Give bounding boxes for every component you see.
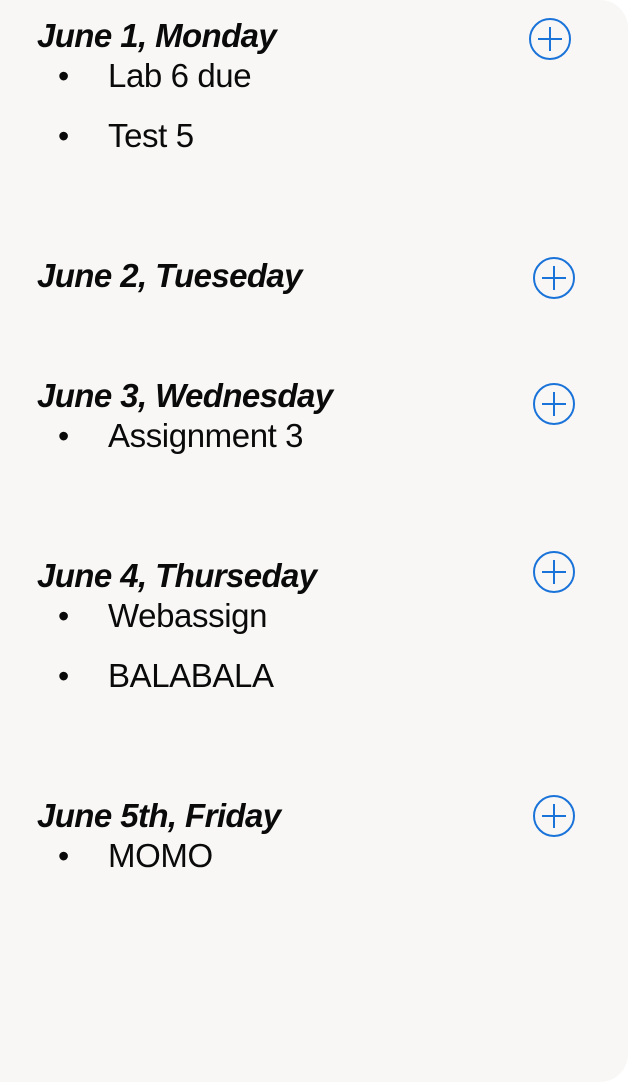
day-title: June 3, Wednesday bbox=[37, 377, 333, 414]
task-label: BALABALA bbox=[108, 657, 274, 694]
list-item: • Test 5 bbox=[0, 116, 560, 176]
list-item: • BALABALA bbox=[0, 656, 560, 716]
task-list: • Lab 6 due • Test 5 bbox=[0, 56, 560, 176]
task-label: Test 5 bbox=[108, 117, 194, 154]
list-item: • MOMO bbox=[0, 836, 560, 896]
add-task-button[interactable] bbox=[533, 551, 575, 593]
task-label: Webassign bbox=[108, 597, 268, 634]
list-item: • Assignment 3 bbox=[0, 416, 560, 476]
bullet-icon: • bbox=[58, 598, 70, 634]
bullet-icon: • bbox=[58, 838, 70, 874]
bullet-icon: • bbox=[58, 58, 70, 94]
add-task-button[interactable] bbox=[533, 257, 575, 299]
add-task-button[interactable] bbox=[529, 18, 571, 60]
day-title: June 2, Tueseday bbox=[37, 257, 303, 294]
task-label: MOMO bbox=[108, 837, 213, 874]
task-list: • MOMO bbox=[0, 836, 560, 896]
day-title: June 1, Monday bbox=[37, 17, 277, 54]
bullet-icon: • bbox=[58, 418, 70, 454]
list-item: • Lab 6 due bbox=[0, 56, 560, 116]
day-title: June 4, Thurseday bbox=[37, 557, 317, 594]
weekly-schedule-panel: June 1, Monday • Lab 6 due • Test 5 June… bbox=[0, 0, 628, 1082]
bullet-icon: • bbox=[58, 118, 70, 154]
task-list: • Webassign • BALABALA bbox=[0, 596, 560, 716]
task-label: Lab 6 due bbox=[108, 57, 252, 94]
task-list: • Assignment 3 bbox=[0, 416, 560, 476]
list-item: • Webassign bbox=[0, 596, 560, 656]
bullet-icon: • bbox=[58, 658, 70, 694]
task-label: Assignment 3 bbox=[108, 417, 304, 454]
day-title: June 5th, Friday bbox=[37, 797, 281, 834]
add-task-button[interactable] bbox=[533, 795, 575, 837]
